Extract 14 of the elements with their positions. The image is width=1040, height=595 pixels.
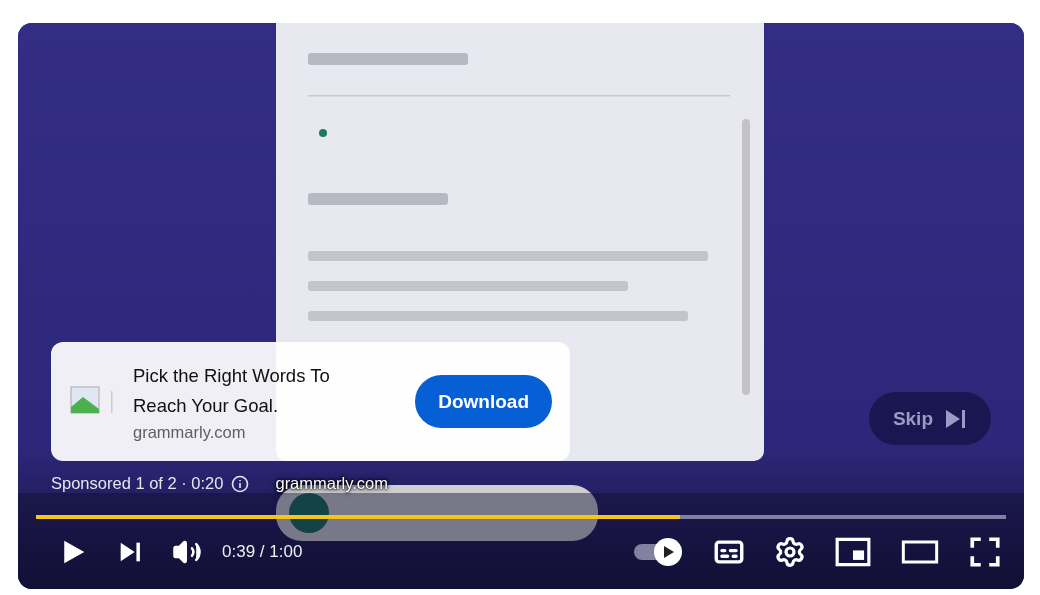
play-icon (661, 545, 675, 559)
progress-track[interactable] (36, 515, 1006, 519)
info-icon[interactable] (231, 474, 250, 493)
autoplay-toggle[interactable] (632, 537, 684, 567)
skip-button[interactable]: Skip (868, 392, 991, 445)
fullscreen-button[interactable] (968, 535, 1002, 569)
settings-button[interactable] (774, 536, 806, 568)
download-button[interactable]: Download (415, 375, 552, 428)
time-display: 0:39 / 1:00 (222, 542, 303, 562)
skip-icon (945, 408, 967, 429)
ad-title: Pick the Right Words To Reach Your Goal. (133, 363, 331, 418)
sponsored-label: Sponsored 1 of 2 · 0:20 (51, 474, 224, 493)
ad-domain: grammarly.com (133, 421, 247, 443)
ad-card[interactable]: Pick the Right Words To Reach Your Goal. grammarly.com Download (51, 342, 570, 461)
